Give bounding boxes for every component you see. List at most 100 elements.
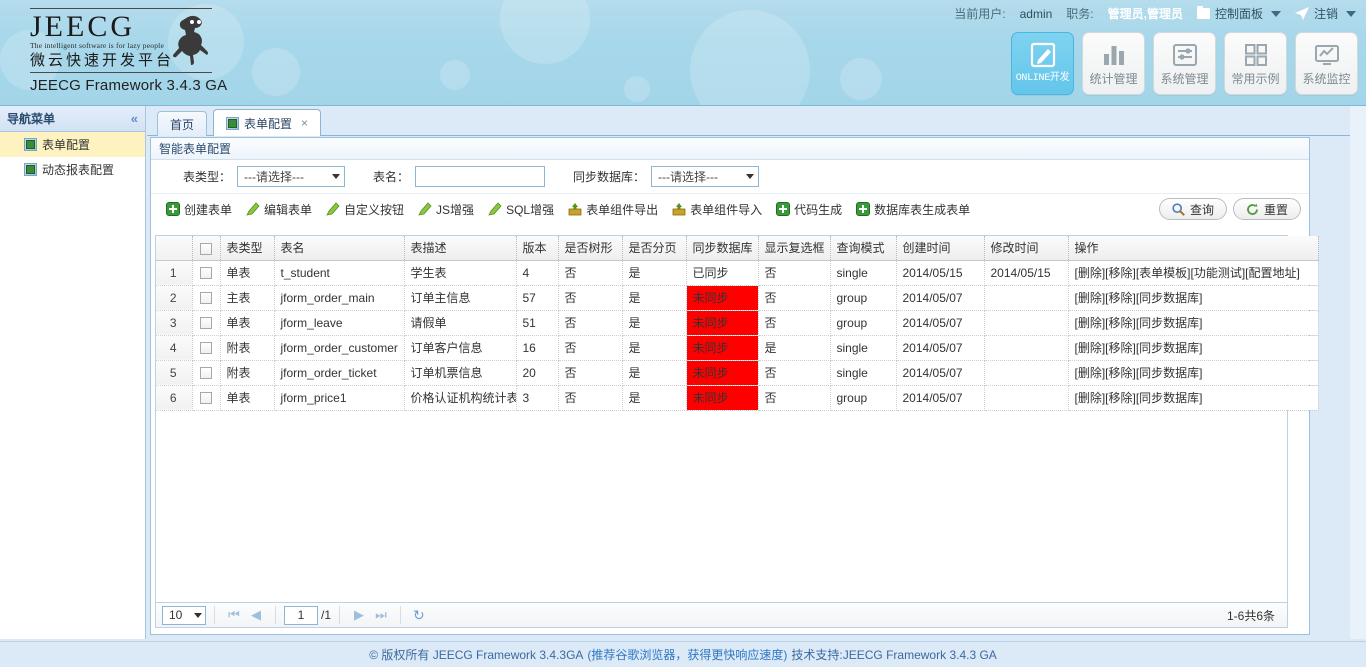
logout-menu[interactable]: 注销 [1294, 5, 1356, 22]
cell-operations[interactable]: [删除][移除][同步数据库] [1068, 335, 1319, 361]
filter-bar: 表类型： ---请选择--- 表名： 同步数据库： ---请选择--- [151, 160, 1309, 194]
table-row[interactable]: 4 附表 jform_order_customer 订单客户信息 16 否是未同步是 sin… [156, 335, 1319, 361]
divider [275, 606, 276, 624]
data-grid: 表类型 表名 表描述 版本 是否树形 是否分页 同步数据库 显示复选框 查询模式… [155, 235, 1319, 612]
close-icon[interactable]: × [301, 116, 308, 130]
cell-operations[interactable]: [删除][移除][表单模板][功能测试][配置地址] [1068, 260, 1319, 286]
page-size-select[interactable]: 10 [162, 605, 206, 625]
cell-table-type: 附表 [220, 360, 275, 386]
cell-sync-db: 已同步 [686, 260, 759, 286]
table-name-input[interactable] [415, 166, 546, 187]
sidebar-item-dynamic-report-config[interactable]: 动态报表配置 [0, 157, 145, 182]
cell-table-name: jform_leave [274, 310, 405, 336]
action-js-enhance[interactable]: JS增强 [411, 201, 481, 218]
nav-button-online-dev[interactable]: ONLINE开发 [1011, 32, 1074, 95]
cell-show-checkbox: 否 [758, 385, 831, 411]
sidebar-item-form-config[interactable]: 表单配置 [0, 132, 145, 157]
nav-button-statistics[interactable]: 统计管理 [1082, 32, 1145, 95]
cell-operations[interactable]: [删除][移除][同步数据库] [1068, 310, 1319, 336]
row-number-header [156, 236, 193, 261]
action-code-generate[interactable]: 代码生成 [769, 201, 849, 218]
column-header-table-type[interactable]: 表类型 [220, 236, 275, 261]
action-bar: 创建表单 编辑表单 自定义按钮 JS增强 SQL增强 表单组件导出 表单组件导入… [151, 194, 1309, 224]
nav-button-common-examples[interactable]: 常用示例 [1224, 32, 1287, 95]
cell-is-tree: 否 [558, 335, 623, 361]
column-header-version[interactable]: 版本 [516, 236, 559, 261]
prev-page-icon[interactable]: ◀ [245, 607, 267, 623]
main-area: 导航菜单 « 表单配置 动态报表配置 首页 表单配置 × « 智能表单配置 [0, 106, 1366, 667]
table-header-row: 表类型 表名 表描述 版本 是否树形 是否分页 同步数据库 显示复选框 查询模式… [156, 236, 1319, 261]
row-checkbox[interactable] [199, 367, 212, 380]
row-checkbox[interactable] [199, 267, 212, 280]
cell-operations[interactable]: [删除][移除][同步数据库] [1068, 285, 1319, 311]
table-row[interactable]: 5 附表 jform_order_ticket 订单机票信息 20 否是未同步否 singl… [156, 360, 1319, 386]
column-header-sync-db[interactable]: 同步数据库 [686, 236, 759, 261]
cell-version: 16 [516, 335, 559, 361]
nav-button-system-admin[interactable]: 系统管理 [1153, 32, 1216, 95]
current-user-value: admin [1019, 6, 1053, 21]
chevron-down-icon [194, 612, 202, 618]
cell-version: 3 [516, 385, 559, 411]
column-header-modified-time[interactable]: 修改时间 [984, 236, 1069, 261]
column-header-is-tree[interactable]: 是否树形 [558, 236, 623, 261]
refresh-icon[interactable]: ↻ [413, 607, 425, 624]
column-header-show-checkbox[interactable]: 显示复选框 [758, 236, 831, 261]
cell-created-time: 2014/05/15 [896, 260, 985, 286]
action-export-form-components[interactable]: 表单组件导出 [561, 201, 665, 218]
cell-query-mode: group [830, 310, 897, 336]
action-db-table-to-form[interactable]: 数据库表生成表单 [849, 201, 977, 218]
column-header-table-name[interactable]: 表名 [274, 236, 405, 261]
search-button[interactable]: 查询 [1158, 198, 1227, 220]
decorative-bubble [252, 48, 300, 96]
nav-button-system-monitor[interactable]: 系统监控 [1295, 32, 1358, 95]
search-button-label: 查询 [1189, 202, 1214, 217]
row-checkbox[interactable] [199, 292, 212, 305]
logo-box: JEECG The intelligent software is for la… [30, 8, 212, 73]
cell-version: 57 [516, 285, 559, 311]
cell-operations[interactable]: [删除][移除][同步数据库] [1068, 360, 1319, 386]
chevron-double-left-icon[interactable]: « [131, 112, 138, 125]
cell-query-mode: single [830, 360, 897, 386]
sync-db-select[interactable]: ---请选择--- [651, 166, 760, 187]
first-page-icon[interactable]: ⏮ [223, 607, 245, 623]
action-import-form-components[interactable]: 表单组件导入 [665, 201, 769, 218]
tab-bar: 首页 表单配置 × « [147, 106, 1366, 136]
search-icon [1172, 202, 1185, 216]
column-header-operations[interactable]: 操作 [1068, 236, 1319, 261]
reset-button[interactable]: 重置 [1232, 198, 1301, 220]
column-header-table-desc[interactable]: 表描述 [404, 236, 517, 261]
app-logo[interactable]: JEECG The intelligent software is for la… [30, 8, 240, 94]
table-row[interactable]: 3 单表 jform_leave 请假单 51 否是未同步否 group 2014/05/07… [156, 310, 1319, 336]
column-header-is-paged[interactable]: 是否分页 [622, 236, 687, 261]
action-custom-button[interactable]: 自定义按钮 [319, 201, 411, 218]
next-page-icon[interactable]: ▶ [348, 607, 370, 623]
row-checkbox[interactable] [199, 392, 212, 405]
cell-operations[interactable]: [删除][移除][同步数据库] [1068, 385, 1319, 411]
cell-created-time: 2014/05/07 [896, 335, 985, 361]
table-row[interactable]: 2 主表 jform_order_main 订单主信息 57 否是未同步否 group 201… [156, 285, 1319, 311]
table-row[interactable]: 1 单表 t_student 学生表 4 否是已同步否 single 2014/05/15 20… [156, 260, 1319, 286]
action-create-form[interactable]: 创建表单 [159, 201, 239, 218]
cell-show-checkbox: 否 [758, 360, 831, 386]
row-checkbox[interactable] [199, 317, 212, 330]
row-number-cell: 4 [156, 335, 193, 361]
column-header-query-mode[interactable]: 查询模式 [830, 236, 897, 261]
cell-table-desc: 价格认证机构统计表 [404, 385, 517, 411]
record-summary: 1-6共6条 [1226, 608, 1275, 623]
tab-form-config[interactable]: 表单配置 × [213, 109, 322, 136]
row-checkbox[interactable] [199, 342, 212, 355]
column-header-created-time[interactable]: 创建时间 [896, 236, 985, 261]
control-panel-menu[interactable]: 控制面板 [1196, 5, 1281, 22]
table-type-select[interactable]: ---请选择--- [237, 166, 346, 187]
cell-table-type: 单表 [220, 260, 275, 286]
action-edit-form[interactable]: 编辑表单 [239, 201, 319, 218]
last-page-icon[interactable]: ⏭ [370, 607, 392, 623]
select-all-checkbox[interactable] [199, 242, 212, 255]
action-sql-enhance[interactable]: SQL增强 [481, 201, 561, 218]
cell-version: 4 [516, 260, 559, 286]
table-row[interactable]: 6 单表 jform_price1 价格认证机构统计表 3 否是未同步否 group 2014… [156, 385, 1319, 411]
page-number-input[interactable]: 1 [284, 605, 318, 625]
row-number-cell: 3 [156, 310, 193, 336]
tab-home[interactable]: 首页 [157, 111, 208, 136]
grid-empty-space [156, 410, 1287, 611]
